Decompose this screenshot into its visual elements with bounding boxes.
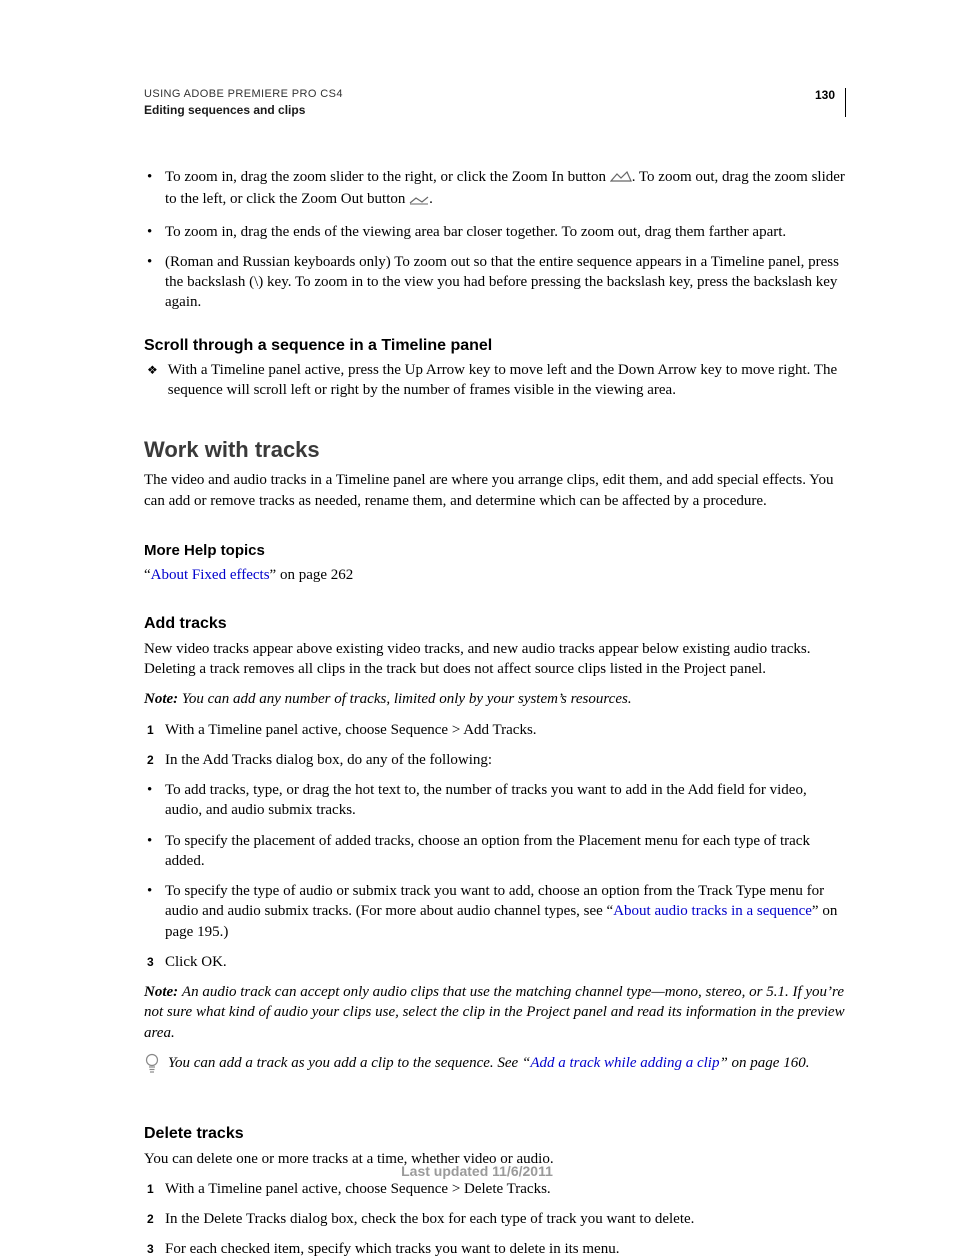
link-fixed-effects[interactable]: About Fixed effects [151, 567, 270, 583]
page-number: 130 [815, 88, 835, 102]
lightbulb-icon [144, 1053, 160, 1081]
diamond-icon: ❖ [147, 360, 158, 401]
list-item: 3 Click OK. [147, 952, 846, 972]
page: USING ADOBE PREMIERE PRO CS4 Editing seq… [0, 0, 954, 1235]
add-intro: New video tracks appear above existing v… [144, 639, 846, 680]
note-body: An audio track can accept only audio cli… [144, 984, 845, 1041]
heading-add-tracks: Add tracks [144, 613, 846, 635]
doc-title: USING ADOBE PREMIERE PRO CS4 [144, 88, 343, 100]
text: . [429, 191, 433, 207]
zoom-out-icon [409, 191, 429, 211]
text: Click OK. [165, 954, 227, 970]
zoom-in-icon [610, 169, 632, 189]
tip-text: You can add a track as you add a clip to… [168, 1053, 809, 1081]
tracks-intro: The video and audio tracks in a Timeline… [144, 470, 846, 511]
body: To zoom in, drag the zoom slider to the … [144, 167, 846, 1260]
header-text: USING ADOBE PREMIERE PRO CS4 Editing seq… [144, 88, 343, 117]
delete-steps: 1 With a Timeline panel active, choose Se… [144, 1179, 846, 1260]
help-link-line: “About Fixed effects” on page 262 [144, 565, 846, 585]
text: To zoom in, drag the zoom slider to the … [165, 169, 610, 185]
heading-scroll: Scroll through a sequence in a Timeline … [144, 335, 846, 357]
add-note-1: Note: You can add any number of tracks, … [144, 689, 846, 709]
note-body: You can add any number of tracks, limite… [182, 691, 632, 707]
add-sub-bullets: To add tracks, type, or drag the hot tex… [144, 780, 846, 942]
list-item: 1 With a Timeline panel active, choose Se… [147, 1179, 846, 1199]
list-item: To zoom in, drag the ends of the viewing… [147, 222, 846, 242]
page-header: USING ADOBE PREMIERE PRO CS4 Editing seq… [144, 88, 846, 117]
heading-work-tracks: Work with tracks [144, 435, 846, 465]
tip: You can add a track as you add a clip to… [144, 1053, 846, 1081]
link-audio-tracks[interactable]: About audio tracks in a sequence [613, 903, 812, 919]
text: In the Delete Tracks dialog box, check t… [165, 1211, 694, 1227]
text: With a Timeline panel active, press the … [168, 360, 846, 401]
add-note-2: Note: An audio track can accept only aud… [144, 982, 846, 1043]
list-item: (Roman and Russian keyboards only) To zo… [147, 252, 846, 313]
list-item: 2 In the Delete Tracks dialog box, check … [147, 1209, 846, 1229]
footer: Last updated 11/6/2011 [0, 1163, 954, 1179]
list-item: 2 In the Add Tracks dialog box, do any of… [147, 750, 846, 770]
link-add-track-clip[interactable]: Add a track while adding a clip [530, 1055, 719, 1071]
text: With a Timeline panel active, choose Seq… [165, 722, 537, 738]
heading-delete-tracks: Delete tracks [144, 1123, 846, 1145]
step-number: 1 [147, 1181, 154, 1197]
note-label: Note: [144, 691, 182, 707]
scroll-item: ❖ With a Timeline panel active, press th… [147, 360, 846, 401]
list-item: To zoom in, drag the zoom slider to the … [147, 167, 846, 212]
list-item: To specify the placement of added tracks… [147, 831, 846, 872]
text: ” on page 160. [719, 1055, 809, 1071]
text: You can add a track as you add a clip to… [168, 1055, 530, 1071]
zoom-bullets: To zoom in, drag the zoom slider to the … [144, 167, 846, 313]
add-steps-cont: 3 Click OK. [144, 952, 846, 972]
text: In the Add Tracks dialog box, do any of … [165, 752, 492, 768]
text: ” on page 262 [270, 567, 354, 583]
list-item: 1 With a Timeline panel active, choose Se… [147, 720, 846, 740]
list-item: 3 For each checked item, specify which tr… [147, 1239, 846, 1259]
step-number: 3 [147, 954, 154, 970]
text: With a Timeline panel active, choose Seq… [165, 1181, 551, 1197]
step-number: 2 [147, 1211, 154, 1227]
list-item: To add tracks, type, or drag the hot tex… [147, 780, 846, 821]
chapter-title: Editing sequences and clips [144, 103, 343, 117]
step-number: 2 [147, 752, 154, 768]
step-number: 3 [147, 1241, 154, 1257]
add-steps: 1 With a Timeline panel active, choose Se… [144, 720, 846, 771]
text: For each checked item, specify which tra… [165, 1241, 619, 1257]
list-item: To specify the type of audio or submix t… [147, 881, 846, 942]
note-label: Note: [144, 984, 182, 1000]
more-help-heading: More Help topics [144, 541, 846, 561]
text: “ [144, 567, 151, 583]
step-number: 1 [147, 722, 154, 738]
